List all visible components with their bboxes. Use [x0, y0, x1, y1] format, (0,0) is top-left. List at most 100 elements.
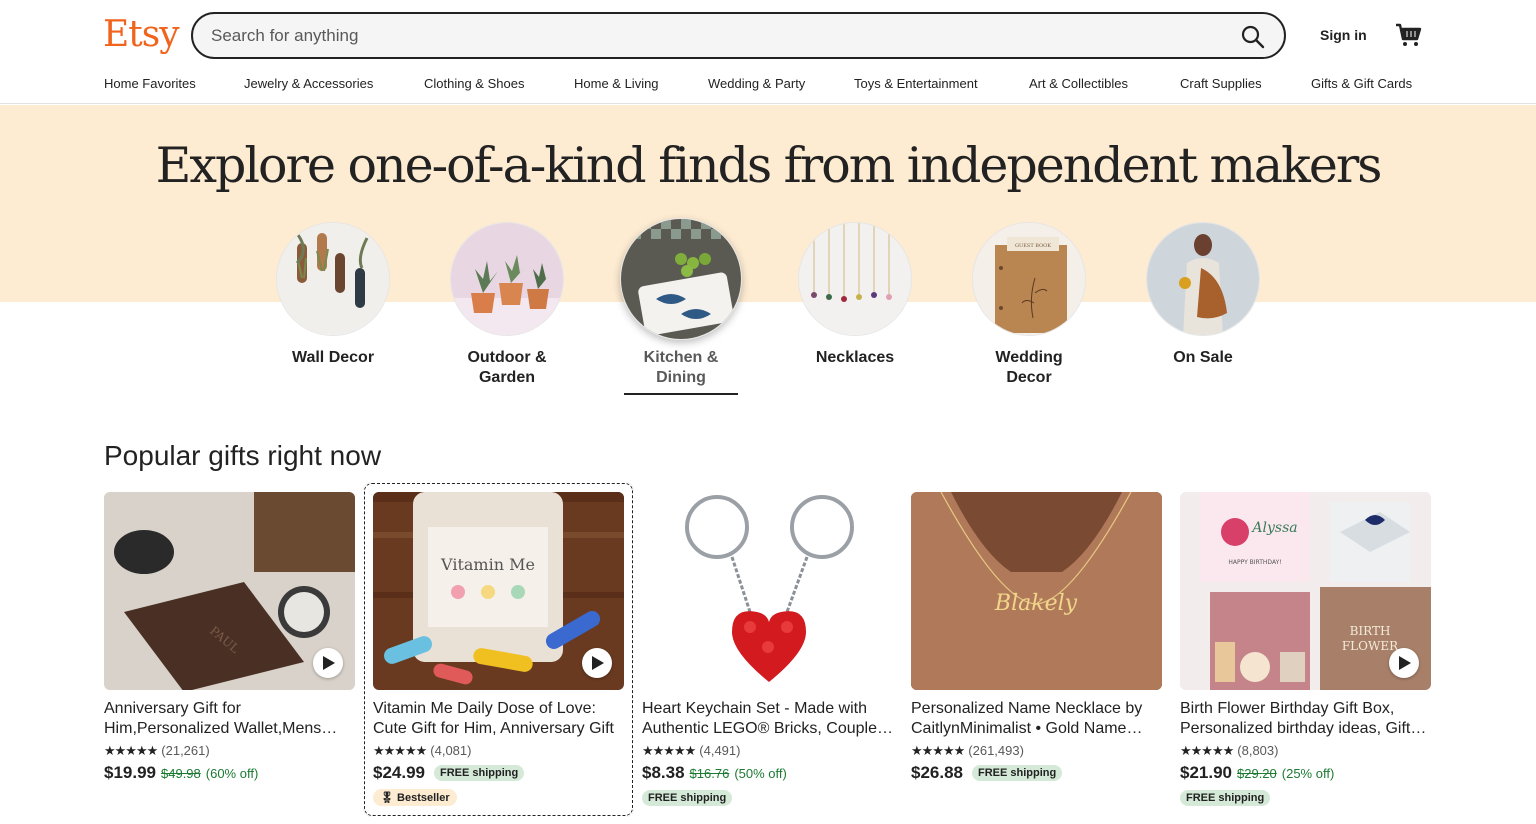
active-category-underline [624, 393, 738, 395]
sign-in-link[interactable]: Sign in [1320, 27, 1367, 43]
nav-item-craft[interactable]: Craft Supplies [1180, 76, 1262, 91]
discount-percent: (60% off) [205, 765, 259, 781]
search-input[interactable] [211, 24, 1211, 48]
circle-category-kitchen-dining[interactable]: Kitchen & Dining [611, 218, 751, 388]
product-image-wallet[interactable]: PAUL [104, 492, 355, 690]
product-title[interactable]: Birth Flower Birthday Gift Box, Personal… [1180, 699, 1431, 739]
price-row: $24.99 FREE shipping [373, 762, 624, 784]
section-title-popular-gifts: Popular gifts right now [104, 440, 382, 471]
product-image-lego-keychain[interactable] [642, 492, 893, 690]
price-row: $26.88 FREE shipping [911, 762, 1162, 784]
product-title[interactable]: Anniversary Gift for Him,Personalized Wa… [104, 699, 355, 739]
play-icon[interactable] [313, 648, 343, 678]
free-shipping-badge: FREE shipping [434, 765, 525, 781]
product-price: $26.88 [911, 763, 963, 782]
site-header: Etsy Sign in Home Favorites Jewelry & Ac… [0, 0, 1536, 104]
review-count: (21,261) [161, 743, 210, 758]
free-shipping-badge: FREE shipping [1180, 790, 1271, 806]
product-rating: ★★★★★ (4,491) [642, 742, 893, 759]
cart-icon[interactable] [1394, 22, 1422, 48]
circle-category-wall-decor[interactable]: Wall Decor [263, 222, 403, 368]
search-bar [191, 12, 1286, 59]
kitchen-dining-image [620, 218, 742, 340]
circle-category-necklaces[interactable]: Necklaces [785, 222, 925, 368]
search-icon[interactable] [1240, 24, 1266, 50]
review-count: (4,491) [699, 743, 741, 758]
product-image-name-necklace[interactable]: Blakely [911, 492, 1162, 690]
rating-stars: ★★★★★ [373, 742, 427, 758]
nav-item-jewelry[interactable]: Jewelry & Accessories [244, 76, 373, 91]
svg-text:Blakely: Blakely [994, 591, 1078, 616]
rating-stars: ★★★★★ [1180, 742, 1234, 758]
product-image-vitamin-me[interactable]: Vitamin Me [373, 492, 624, 690]
product-card[interactable]: Alyssa HAPPY BIRTHDAY! BIRTH FLOWER Birth F… [1180, 492, 1431, 806]
circle-label: Wedding Decor [995, 349, 1063, 386]
discount-percent: (50% off) [734, 765, 787, 781]
play-icon[interactable] [1389, 648, 1419, 678]
wall-decor-image [276, 222, 390, 336]
price-row: $19.99 $49.98 (60% off) [104, 762, 355, 784]
circle-label: Wall Decor [291, 349, 375, 366]
rating-stars: ★★★★★ [911, 742, 965, 758]
product-price: $19.99 [104, 763, 156, 782]
product-card[interactable]: Heart Keychain Set - Made with Authentic… [642, 492, 893, 806]
svg-text:Vitamin Me: Vitamin Me [440, 555, 535, 574]
free-shipping-badge: FREE shipping [642, 790, 733, 806]
product-card[interactable]: PAUL Anniversary Gift for Him,Personaliz… [104, 492, 355, 784]
rating-stars: ★★★★★ [642, 742, 696, 758]
svg-text:BIRTH: BIRTH [1350, 624, 1391, 638]
hero-title: Explore one-of-a-kind finds from indepen… [155, 137, 1383, 194]
bestseller-badge: 🎖 Bestseller [373, 789, 457, 806]
product-price: $21.90 [1180, 763, 1232, 782]
nav-item-wedding[interactable]: Wedding & Party [708, 76, 805, 91]
product-rating: ★★★★★ (4,081) [373, 742, 624, 759]
product-title[interactable]: Personalized Name Necklace by CaitlynMin… [911, 699, 1162, 739]
price-row: $8.38 $16.76 (50% off) [642, 762, 893, 784]
circle-category-wedding-decor[interactable]: GUEST BOOK Wedding Decor [959, 222, 1099, 388]
svg-text:FLOWER: FLOWER [1342, 639, 1399, 653]
product-card[interactable]: Vitamin Me Vitamin Me Daily Dose of Love… [373, 492, 624, 806]
circle-label: Necklaces [815, 349, 895, 366]
nav-item-art[interactable]: Art & Collectibles [1029, 76, 1128, 91]
circle-category-outdoor-garden[interactable]: Outdoor & Garden [437, 222, 577, 388]
nav-item-home-favorites[interactable]: Home Favorites [104, 76, 196, 91]
review-count: (8,803) [1237, 743, 1279, 758]
product-title[interactable]: Heart Keychain Set - Made with Authentic… [642, 699, 893, 739]
play-icon[interactable] [582, 648, 612, 678]
outdoor-garden-image [450, 222, 564, 336]
original-price: $16.76 [689, 765, 730, 781]
etsy-logo[interactable]: Etsy [103, 14, 180, 55]
circle-label: Kitchen & Dining [643, 349, 719, 386]
review-count: (4,081) [430, 743, 472, 758]
product-title[interactable]: Vitamin Me Daily Dose of Love: Cute Gift… [373, 699, 624, 739]
necklaces-image [798, 222, 912, 336]
original-price: $49.98 [161, 765, 201, 781]
svg-text:HAPPY BIRTHDAY!: HAPPY BIRTHDAY! [1228, 559, 1281, 566]
product-price: $24.99 [373, 763, 425, 782]
circle-label: Outdoor & Garden [467, 349, 547, 386]
product-rating: ★★★★★ (21,261) [104, 742, 355, 759]
original-price: $29.20 [1237, 765, 1277, 781]
product-rating: ★★★★★ (261,493) [911, 742, 1162, 759]
price-row: $21.90 $29.20 (25% off) [1180, 762, 1431, 784]
svg-text:Alyssa: Alyssa [1250, 520, 1297, 536]
review-count: (261,493) [968, 743, 1024, 758]
circle-label: On Sale [1173, 349, 1233, 366]
product-image-birth-flower-box[interactable]: Alyssa HAPPY BIRTHDAY! BIRTH FLOWER [1180, 492, 1431, 690]
product-card[interactable]: Blakely Personalized Name Necklace by Ca… [911, 492, 1162, 784]
rating-stars: ★★★★★ [104, 742, 158, 758]
wedding-decor-image: GUEST BOOK [972, 222, 1086, 336]
nav-item-toys[interactable]: Toys & Entertainment [854, 76, 978, 91]
free-shipping-badge: FREE shipping [972, 765, 1063, 781]
nav-item-home-living[interactable]: Home & Living [574, 76, 659, 91]
on-sale-image [1146, 222, 1260, 336]
discount-percent: (25% off) [1281, 765, 1335, 781]
product-price: $8.38 [642, 763, 685, 782]
category-nav: Home Favorites Jewelry & Accessories Clo… [104, 76, 1424, 96]
nav-item-clothing[interactable]: Clothing & Shoes [424, 76, 524, 91]
hero-banner [0, 105, 1536, 302]
bestseller-icon: 🎖 [380, 792, 394, 804]
circle-category-on-sale[interactable]: On Sale [1133, 222, 1273, 368]
svg-text:GUEST BOOK: GUEST BOOK [1015, 243, 1051, 249]
nav-item-gifts[interactable]: Gifts & Gift Cards [1311, 76, 1412, 91]
